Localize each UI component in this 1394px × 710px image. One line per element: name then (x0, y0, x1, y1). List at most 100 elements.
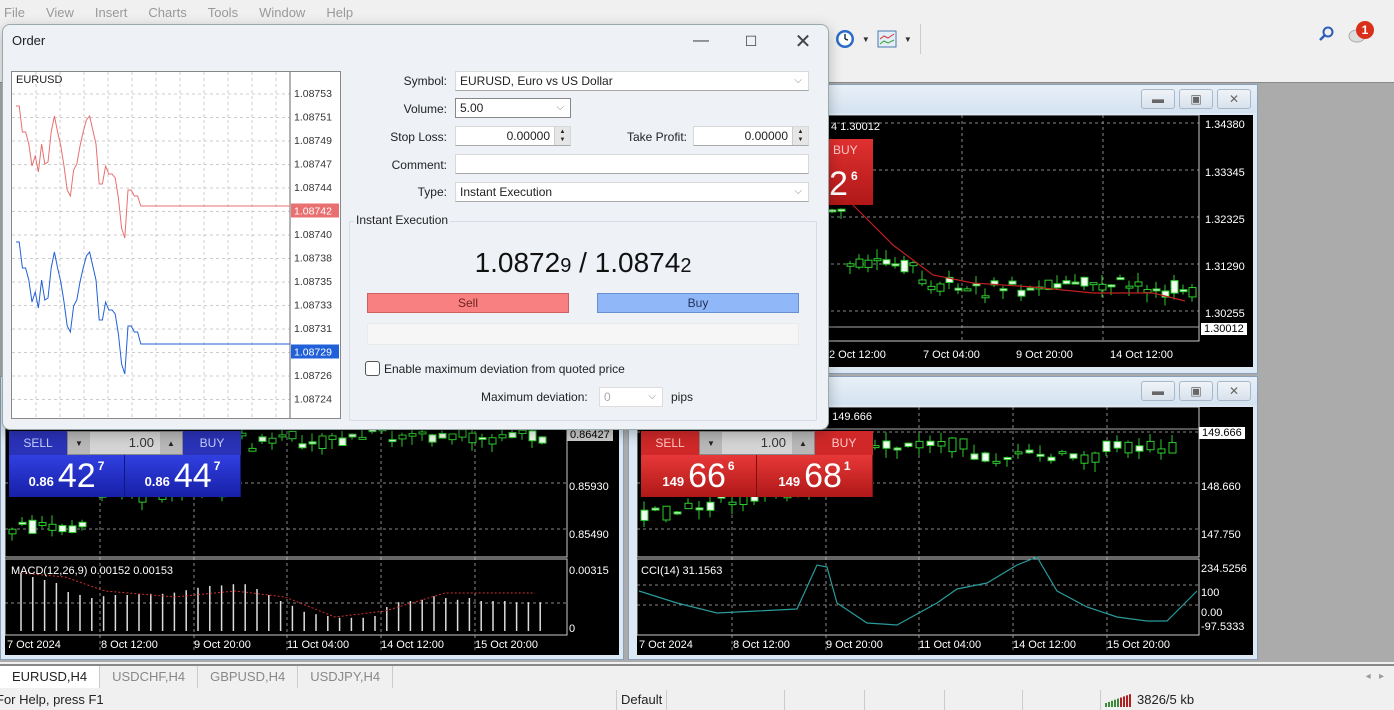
tab-eurusd[interactable]: EURUSD,H4 (0, 666, 101, 688)
candle-body (308, 441, 317, 445)
maximize-icon[interactable]: ▣ (1179, 381, 1213, 401)
menu-charts[interactable]: Charts (144, 5, 195, 20)
sell-price[interactable]: 0.86 42 7 (9, 455, 125, 497)
candle-body (418, 431, 427, 435)
sell-button[interactable]: Sell (367, 293, 569, 313)
price-label: 1.31290 (1205, 261, 1245, 273)
candle-body (28, 519, 37, 534)
buy-price[interactable]: 0.86 44 7 (125, 455, 241, 497)
quote-separator: / (571, 247, 595, 278)
close-icon[interactable]: ✕ (1217, 381, 1251, 401)
candle-body (1047, 456, 1056, 462)
menu-file[interactable]: File (0, 5, 34, 20)
volume-down-icon[interactable]: ▼ (68, 432, 90, 454)
sell-button[interactable]: SELL (9, 431, 67, 455)
maximize-icon[interactable]: ▣ (1179, 89, 1213, 109)
minimize-icon[interactable]: — (681, 29, 721, 53)
candle-body (828, 209, 837, 213)
menu-help[interactable]: Help (322, 5, 362, 20)
close-icon[interactable]: ✕ (1217, 89, 1251, 109)
ask-last-digit: 2 (680, 255, 692, 277)
max-deviation-checkbox-label[interactable]: Enable maximum deviation from quoted pri… (384, 362, 625, 376)
price-label: 1.08731 (294, 323, 332, 335)
price-label: 1.08729 (294, 347, 332, 359)
current-price-tag: 149.666 (1199, 427, 1245, 439)
buy-price-big: 44 (173, 457, 212, 495)
buy-button[interactable]: BUY (815, 431, 873, 455)
candle-body (871, 445, 880, 449)
volume-stepper[interactable]: ▼ 1.00 ▲ (699, 431, 815, 455)
price-label: 1.08733 (294, 300, 332, 312)
price-label: 1.34380 (1205, 119, 1245, 131)
tab-usdjpy[interactable]: USDJPY,H4 (298, 666, 394, 688)
menu-tools[interactable]: Tools (204, 5, 247, 20)
menu-window[interactable]: Window (255, 5, 314, 20)
sell-price[interactable]: 149 66 6 (641, 455, 757, 497)
candle-body (248, 447, 257, 452)
indicator-axis-label: 234.5256 (1201, 563, 1247, 575)
connection-status[interactable]: 3826/5 kb (1100, 690, 1240, 710)
buy-price[interactable]: 149 68 1 (757, 455, 873, 497)
profile-name: Default (616, 690, 666, 710)
menu-insert[interactable]: Insert (91, 5, 137, 20)
date-label: 14 Oct 12:00 (1013, 639, 1076, 651)
volume-value[interactable]: 1.00 (722, 432, 792, 454)
tick-chart-symbol: EURUSD (16, 74, 63, 86)
candle-body (68, 525, 77, 534)
tab-scroll-arrows[interactable]: ◂ ▸ (1366, 666, 1394, 688)
volume-value[interactable]: 1.00 (90, 432, 160, 454)
volume-down-icon[interactable]: ▼ (700, 432, 722, 454)
type-select[interactable]: Instant Execution ⌵ (455, 182, 809, 202)
candle-body (1135, 445, 1144, 452)
buy-price-big: 68 (804, 457, 842, 495)
menu-view[interactable]: View (42, 5, 83, 20)
take-profit-input[interactable]: 0.00000 ▲ ▼ (693, 126, 809, 146)
pips-label: pips (671, 390, 694, 404)
stop-loss-spinner[interactable]: ▲ ▼ (554, 127, 570, 145)
buy-button[interactable]: BUY (183, 431, 241, 455)
candle-body (695, 507, 704, 511)
chat-icon[interactable]: 1 (1348, 20, 1384, 45)
max-deviation-checkbox[interactable] (365, 361, 380, 376)
candle-body (882, 440, 891, 449)
symbol-select[interactable]: EURUSD, Euro vs US Dollar ⌵ (455, 71, 809, 91)
dropdown-arrow-icon[interactable]: ▼ (862, 35, 870, 44)
clock-icon[interactable] (834, 28, 856, 50)
take-profit-spinner[interactable]: ▲ ▼ (792, 127, 808, 145)
chart-header-text: 4 1.30012 (831, 121, 880, 133)
volume-select[interactable]: 5.00 ⌵ (455, 98, 571, 118)
maximize-icon[interactable]: ☐ (731, 29, 771, 53)
candle-body (959, 438, 968, 450)
one-click-trading-panel: SELL ▼ 1.00 ▲ BUY 149 66 6 149 68 1 (641, 431, 873, 497)
stop-loss-input[interactable]: 0.00000 ▲ ▼ (455, 126, 571, 146)
search-icon[interactable] (1318, 26, 1334, 45)
candle-body (1080, 454, 1089, 464)
comment-input[interactable] (455, 154, 809, 174)
candle-body (662, 505, 671, 521)
volume-up-icon[interactable]: ▲ (160, 432, 182, 454)
candle-body (528, 430, 537, 442)
candle-body (1003, 456, 1012, 460)
volume-up-icon[interactable]: ▲ (792, 432, 814, 454)
buy-panel[interactable]: BUY 2 6 (829, 139, 873, 205)
indicators-icon[interactable] (876, 28, 898, 50)
close-icon[interactable]: ✕ (783, 29, 823, 53)
volume-stepper[interactable]: ▼ 1.00 ▲ (67, 431, 183, 455)
one-click-trading-panel: SELL ▼ 1.00 ▲ BUY 0.86 42 7 0.86 44 7 (9, 431, 241, 497)
candle-body (1053, 283, 1062, 289)
max-deviation-select[interactable]: 0 ⌵ (599, 387, 663, 407)
dropdown-arrow-icon[interactable]: ▼ (904, 35, 912, 44)
candle-body (78, 521, 87, 528)
tab-gbpusd[interactable]: GBPUSD,H4 (198, 666, 299, 688)
price-label: 1.08735 (294, 276, 332, 288)
price-label: 1.08747 (294, 159, 332, 171)
minimize-icon[interactable]: ▬ (1141, 89, 1175, 109)
candle-body (38, 522, 47, 526)
buy-button[interactable]: Buy (597, 293, 799, 313)
tab-usdchf[interactable]: USDCHF,H4 (100, 666, 199, 688)
candle-body (918, 279, 927, 285)
minimize-icon[interactable]: ▬ (1141, 381, 1175, 401)
price-label: 1.08726 (294, 370, 332, 382)
sell-button[interactable]: SELL (641, 431, 699, 455)
buy-price-sup: 7 (213, 459, 221, 473)
